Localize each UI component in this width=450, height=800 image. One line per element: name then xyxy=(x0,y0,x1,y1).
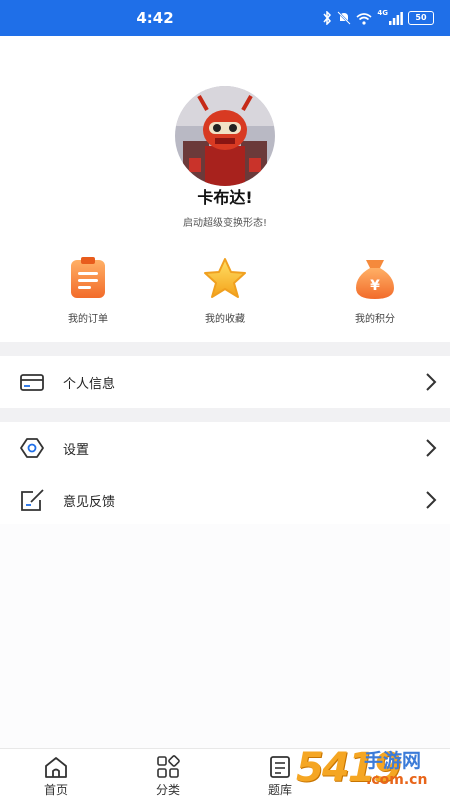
menu-item-feedback[interactable]: 意见反馈 xyxy=(0,474,450,526)
tab-home[interactable]: 首页 xyxy=(0,755,112,798)
section-divider xyxy=(0,342,450,356)
bluetooth-icon xyxy=(323,11,332,25)
my-points-button[interactable]: ¥ 我的积分 xyxy=(325,256,425,325)
user-tagline: 启动超级变换形态! xyxy=(182,218,267,229)
battery-icon: 50 xyxy=(408,11,434,25)
mute-bell-icon xyxy=(337,11,352,25)
edit-icon xyxy=(21,489,44,511)
chevron-right-icon xyxy=(426,439,437,457)
menu-item-label: 个人信息 xyxy=(63,377,116,392)
my-favorites-label: 我的收藏 xyxy=(205,314,245,325)
menu-item-label: 意见反馈 xyxy=(63,495,116,510)
my-points-label: 我的积分 xyxy=(355,314,395,325)
menu-item-label: 设置 xyxy=(63,443,90,458)
tab-label: 首页 xyxy=(43,783,68,797)
empty-content-area xyxy=(0,524,450,748)
my-favorites-button[interactable]: 我的收藏 xyxy=(175,256,275,325)
network-type-label: 4G xyxy=(377,9,388,17)
menu-item-settings[interactable]: 设置 xyxy=(0,422,450,474)
watermark-domain: .com.cn xyxy=(366,772,428,788)
signal-icon xyxy=(389,11,403,25)
section-divider xyxy=(0,408,450,422)
tab-label: 分类 xyxy=(155,783,180,797)
status-time: 4:42 xyxy=(136,9,174,27)
status-icons: 4G 50 xyxy=(322,9,434,27)
wifi-icon xyxy=(356,12,372,25)
my-orders-label: 我的订单 xyxy=(68,314,108,325)
robot-avatar-image xyxy=(175,86,275,186)
tab-category[interactable]: 分类 xyxy=(112,755,224,798)
svg-text:¥: ¥ xyxy=(370,278,380,294)
status-bar: 4:42 4G 50 xyxy=(0,0,450,36)
question-bank-icon xyxy=(270,756,290,778)
avatar[interactable] xyxy=(175,86,275,186)
order-icon xyxy=(71,257,105,298)
watermark-site-name: 手游网 xyxy=(364,750,422,772)
home-icon xyxy=(45,757,67,778)
profile-section: 卡布达! 启动超级变换形态! 我的订单 我的收藏 ¥ 我的积分 xyxy=(0,36,450,342)
username: 卡布达! xyxy=(197,188,253,207)
card-icon xyxy=(20,374,44,391)
money-bag-icon: ¥ xyxy=(356,260,394,299)
menu-item-personal-info[interactable]: 个人信息 xyxy=(0,356,450,408)
my-orders-button[interactable]: 我的订单 xyxy=(38,256,138,325)
category-icon xyxy=(157,755,180,778)
star-icon xyxy=(204,258,246,298)
site-watermark: 5419 手游网 .com.cn xyxy=(296,744,446,796)
chevron-right-icon xyxy=(426,491,437,509)
chevron-right-icon xyxy=(426,373,437,391)
gear-icon xyxy=(20,438,44,458)
